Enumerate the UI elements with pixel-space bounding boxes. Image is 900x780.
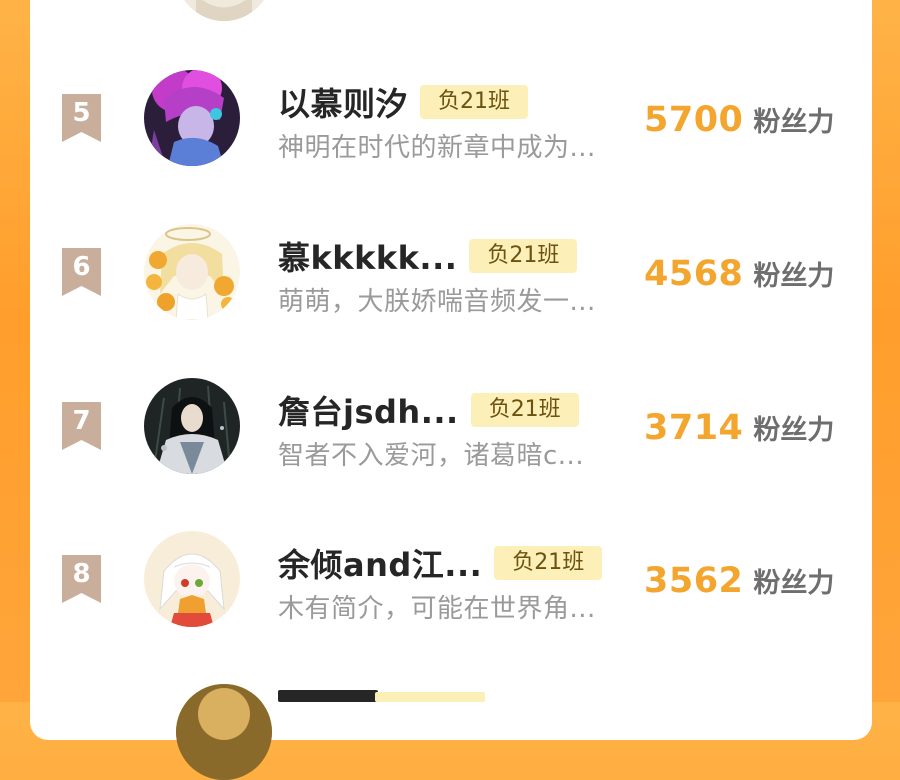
score-unit: 粉丝力 <box>753 415 835 446</box>
rank-badge: 5 <box>60 94 103 142</box>
score-unit: 粉丝力 <box>753 568 835 599</box>
user-description: 神明在时代的新章中成为... <box>278 133 596 163</box>
avatar-halo-blonde-character-icon[interactable] <box>144 224 240 320</box>
name-next-cropped <box>278 690 378 702</box>
tag-next-cropped <box>375 692 485 702</box>
user-name[interactable]: 余倾and江... <box>278 540 482 586</box>
user-name[interactable]: 詹台jsdh... <box>278 387 459 433</box>
avatar-purple-haired-character-icon[interactable] <box>144 70 240 166</box>
class-tag: 负21班 <box>469 239 578 273</box>
score-unit: 粉丝力 <box>753 107 835 138</box>
ranking-card: 5 以慕则汐 负21班 神明在时代的新章中成为... 5700 粉丝力 6 慕k… <box>30 0 872 780</box>
fan-power-score: 3562 粉丝力 <box>644 561 834 601</box>
ranking-row[interactable]: 5 以慕则汐 负21班 神明在时代的新章中成为... 5700 粉丝力 <box>30 70 872 190</box>
score-value: 4568 <box>644 254 744 294</box>
fan-power-score: 5700 粉丝力 <box>644 100 834 140</box>
rank-badge: 6 <box>60 248 103 296</box>
rank-badge: 8 <box>60 555 103 603</box>
user-description: 木有简介，可能在世界角... <box>278 594 596 624</box>
ranking-row-next-cropped <box>30 682 872 780</box>
avatar-previous-cropped <box>176 0 272 21</box>
fan-power-score: 4568 粉丝力 <box>644 254 834 294</box>
class-tag: 负21班 <box>420 85 529 119</box>
fan-power-score: 3714 粉丝力 <box>644 408 834 448</box>
user-name[interactable]: 慕kkkkk... <box>278 233 457 279</box>
rank-number: 8 <box>72 559 91 589</box>
score-value: 3714 <box>644 408 744 448</box>
rank-number: 7 <box>72 406 91 436</box>
score-value: 5700 <box>644 100 744 140</box>
avatar-dark-haired-character-icon[interactable] <box>144 378 240 474</box>
ranking-row[interactable]: 8 余倾and江... 负21班 木有简介，可能在世界角... 3562 粉丝力 <box>30 531 872 651</box>
ranking-row[interactable]: 7 詹台jsdh... 负21班 智者不入爱河，诸葛暗c... 3714 粉丝力 <box>30 378 872 498</box>
rank-number: 6 <box>72 252 91 282</box>
rank-number: 5 <box>72 98 91 128</box>
score-unit: 粉丝力 <box>753 261 835 292</box>
score-value: 3562 <box>644 561 744 601</box>
avatar-next-cropped <box>176 684 272 780</box>
class-tag: 负21班 <box>470 393 579 427</box>
rank-badge: 7 <box>60 402 103 450</box>
user-description: 萌萌，大朕娇喘音频发一... <box>278 287 596 317</box>
class-tag: 负21班 <box>494 546 603 580</box>
user-name[interactable]: 以慕则汐 <box>278 79 408 125</box>
user-description: 智者不入爱河，诸葛暗c... <box>278 441 585 471</box>
avatar-white-haired-character-icon[interactable] <box>144 531 240 627</box>
ranking-row[interactable]: 6 慕kkkkk... 负21班 萌萌，大朕娇喘音频发一... 4568 粉丝力 <box>30 224 872 344</box>
